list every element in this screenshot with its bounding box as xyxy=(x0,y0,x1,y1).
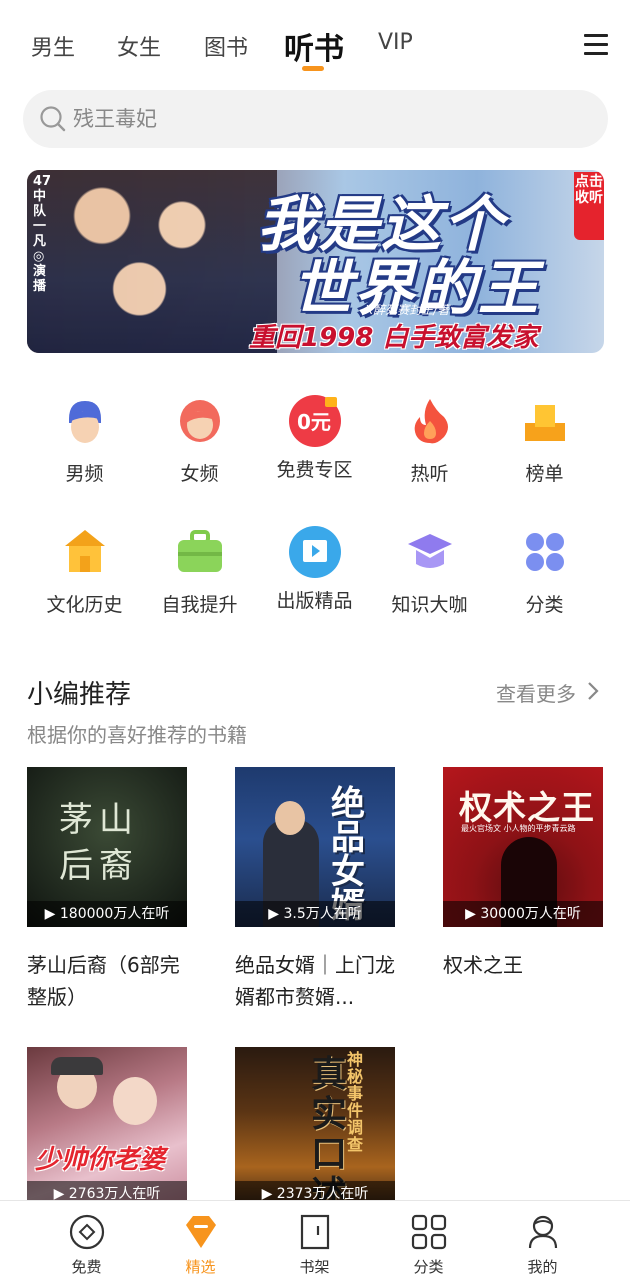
graduation-cap-icon xyxy=(408,534,452,568)
podium-icon xyxy=(525,405,565,441)
pavilion-icon xyxy=(65,530,105,572)
male-avatar-icon xyxy=(69,401,101,443)
cover-figure-head xyxy=(275,801,305,835)
banner-narrator-text: 47中队一凡◎演播 xyxy=(33,174,52,294)
category-label: 出版精品 xyxy=(276,590,353,612)
book-play-icon xyxy=(289,526,341,578)
category-label: 男频 xyxy=(65,463,104,485)
category-icon xyxy=(411,1214,447,1250)
promo-banner[interactable]: 47中队一凡◎演播 我是这个 世界的王 X醉死赛封王/著 重回1998 白手致富… xyxy=(27,170,604,353)
free-icon xyxy=(69,1214,105,1250)
category-label: 自我提升 xyxy=(161,594,238,616)
top-tab-bar: 男生 女生 图书 听书 VIP xyxy=(0,0,630,82)
search-icon xyxy=(40,106,66,132)
nav-label: 分类 xyxy=(413,1258,444,1276)
book-cover: 少帅你老婆 ▶ 2763万人在听 xyxy=(27,1047,187,1207)
book-cover: 权术之王 最火官场文 小人物的平步青云路 ▶ 30000万人在听 xyxy=(443,767,603,927)
category-published[interactable]: 出版精品 xyxy=(257,524,372,634)
book-card[interactable]: 茅山后裔 ▶ 180000万人在听 茅山后裔（6部完整版） xyxy=(27,767,187,1013)
flame-icon xyxy=(414,399,448,444)
book-cover-title: 茅山后裔 xyxy=(59,800,139,886)
tab-male[interactable]: 男生 xyxy=(31,30,75,62)
tab-audiobooks[interactable]: 听书 xyxy=(284,24,344,68)
category-female[interactable]: 女频 xyxy=(142,397,257,507)
bottom-nav-bar: 免费 精选 书架 分类 我的 xyxy=(0,1200,630,1280)
banner-subtitle: 重回1998 白手致富发家 xyxy=(249,323,539,353)
nav-bookshelf[interactable]: 书架 xyxy=(257,1201,372,1280)
bookshelf-icon xyxy=(300,1214,330,1250)
nav-label: 免费 xyxy=(71,1258,102,1276)
section-subtitle: 根据你的喜好推荐的书籍 xyxy=(27,723,247,747)
tab-books[interactable]: 图书 xyxy=(204,30,248,62)
listener-count: ▶ 30000万人在听 xyxy=(443,901,603,927)
category-hot[interactable]: 热听 xyxy=(372,397,487,507)
category-culture-history[interactable]: 文化历史 xyxy=(27,528,142,638)
chevron-right-icon[interactable] xyxy=(586,681,600,701)
grid-four-icon xyxy=(526,533,564,571)
book-cover-title: 权术之王 xyxy=(459,788,595,827)
category-self-improvement[interactable]: 自我提升 xyxy=(142,528,257,638)
nav-featured[interactable]: 精选 xyxy=(143,1201,258,1280)
section-title: 小编推荐 xyxy=(27,680,132,710)
book-cover: 茅山后裔 ▶ 180000万人在听 xyxy=(27,767,187,927)
nav-free[interactable]: 免费 xyxy=(29,1201,144,1280)
category-label: 女频 xyxy=(180,463,219,485)
category-label: 免费专区 xyxy=(276,459,353,481)
cover-figure-hat xyxy=(51,1057,103,1075)
book-cover: 神秘事件调查 真实口述 ▶ 2373万人在听 xyxy=(235,1047,395,1207)
book-card[interactable]: 权术之王 最火官场文 小人物的平步青云路 ▶ 30000万人在听 权术之王 xyxy=(443,767,603,981)
category-experts[interactable]: 知识大咖 xyxy=(372,528,487,638)
search-bar[interactable] xyxy=(23,90,608,148)
menu-icon[interactable] xyxy=(584,34,608,56)
listener-count: ▶ 3.5万人在听 xyxy=(235,901,395,927)
tab-female[interactable]: 女生 xyxy=(117,30,161,62)
cover-figure-head xyxy=(113,1077,157,1125)
banner-listen-tag[interactable]: 点击收听 xyxy=(574,172,604,240)
category-ranking[interactable]: 榜单 xyxy=(487,397,602,507)
book-card[interactable]: 绝品女婿 ▶ 3.5万人在听 绝品女婿｜上门龙婿都市赘婿... xyxy=(235,767,395,1013)
book-cover-subtitle: 最火官场文 小人物的平步青云路 xyxy=(461,824,576,833)
book-card[interactable]: 神秘事件调查 真实口述 ▶ 2373万人在听 xyxy=(235,1047,395,1207)
banner-author: X醉死赛封王/著 xyxy=(365,303,450,317)
nav-label: 书架 xyxy=(299,1258,330,1276)
female-avatar-icon xyxy=(180,400,220,442)
category-all[interactable]: 分类 xyxy=(487,528,602,638)
category-free-zone[interactable]: 0元 免费专区 xyxy=(257,393,372,503)
category-label: 热听 xyxy=(410,463,449,485)
listener-count: ▶ 180000万人在听 xyxy=(27,901,187,927)
nav-category[interactable]: 分类 xyxy=(371,1201,486,1280)
book-title: 绝品女婿｜上门龙婿都市赘婿... xyxy=(235,953,395,1009)
active-tab-indicator xyxy=(302,66,324,71)
category-label: 知识大咖 xyxy=(391,594,468,616)
category-male[interactable]: 男频 xyxy=(27,397,142,507)
search-input[interactable] xyxy=(73,90,573,148)
tab-vip[interactable]: VIP xyxy=(378,30,413,55)
nav-label: 精选 xyxy=(185,1258,216,1276)
book-cover: 绝品女婿 ▶ 3.5万人在听 xyxy=(235,767,395,927)
category-label: 文化历史 xyxy=(46,594,123,616)
book-title: 茅山后裔（6部完整版） xyxy=(27,953,180,1009)
see-more-link[interactable]: 查看更多 xyxy=(496,678,576,707)
free-zone-icon-text: 0元 xyxy=(297,410,331,434)
category-label: 分类 xyxy=(525,594,564,616)
book-title: 权术之王 xyxy=(443,953,523,977)
nav-label: 我的 xyxy=(527,1258,558,1276)
briefcase-icon xyxy=(178,530,222,572)
profile-icon xyxy=(528,1215,558,1249)
featured-icon xyxy=(186,1216,216,1248)
category-label: 榜单 xyxy=(525,463,564,485)
nav-profile[interactable]: 我的 xyxy=(485,1201,600,1280)
book-cover-title: 少帅你老婆 xyxy=(35,1145,166,1175)
banner-characters-image xyxy=(27,170,277,353)
